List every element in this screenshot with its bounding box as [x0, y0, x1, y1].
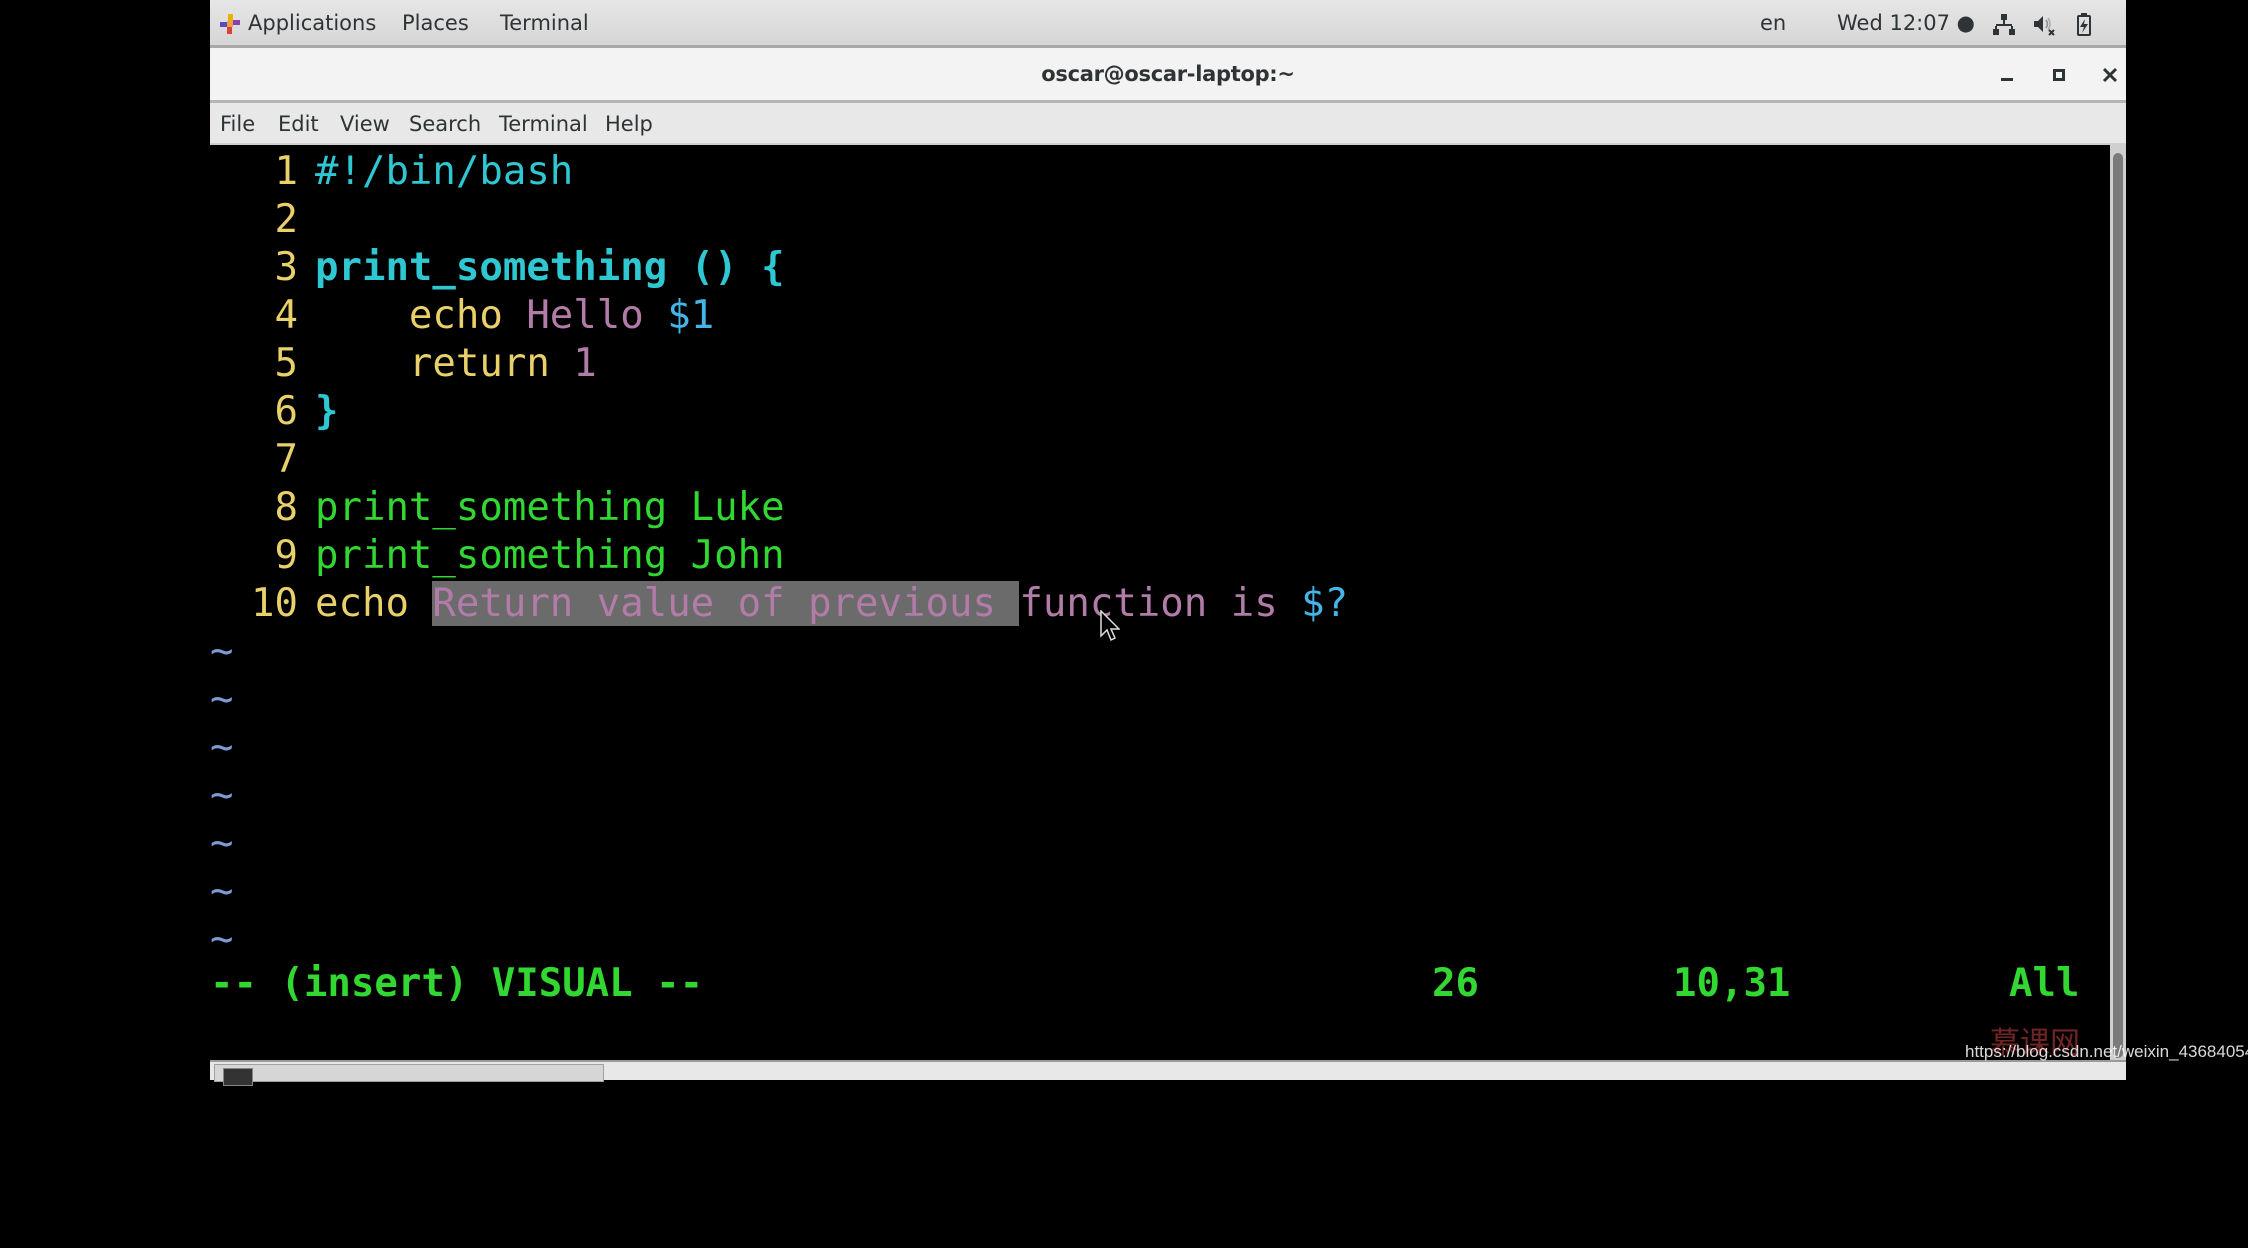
- menu-view[interactable]: View: [340, 112, 390, 136]
- code-token: echo: [315, 293, 527, 338]
- code-token: $?: [1301, 581, 1349, 626]
- terminal-menubar: File Edit View Search Terminal Help: [210, 103, 2126, 145]
- empty-buffer-tilde: ~: [210, 917, 234, 962]
- line-number: 9: [274, 533, 298, 578]
- line-number: 7: [274, 437, 298, 482]
- vim-status-line: -- (insert) VISUAL -- 26 10,31 All: [210, 960, 2110, 1008]
- terminal-icon: [223, 1068, 253, 1086]
- line-number: 1: [274, 149, 298, 194]
- line-number: 5: [274, 341, 298, 386]
- scroll-position: All: [2009, 961, 2080, 1006]
- line-code: print_something John: [315, 533, 785, 578]
- close-icon: [2102, 67, 2118, 83]
- empty-buffer-tilde: ~: [210, 725, 234, 770]
- empty-buffer-tilde: ~: [210, 821, 234, 866]
- code-token: print_something John: [315, 533, 785, 578]
- network-icon[interactable]: [1992, 12, 2016, 36]
- menu-file[interactable]: File: [220, 112, 255, 136]
- line-code: print_something Luke: [315, 485, 785, 530]
- minimize-button[interactable]: [1990, 58, 2024, 92]
- battery-charging-icon[interactable]: [2072, 12, 2096, 36]
- editor-line[interactable]: 2: [210, 196, 315, 244]
- editor-line[interactable]: 3 print_something () {: [210, 244, 785, 292]
- terminal-app-menu[interactable]: Terminal: [500, 11, 589, 35]
- watermark-url: https://blog.csdn.net/weixin_43684054: [1965, 1042, 2248, 1061]
- close-button[interactable]: [2093, 58, 2127, 92]
- scrollbar-thumb[interactable]: [2113, 153, 2123, 1058]
- code-token: Hello: [526, 293, 668, 338]
- editor-line[interactable]: 6}: [210, 388, 339, 436]
- menu-search[interactable]: Search: [409, 112, 481, 136]
- line-number: 4: [274, 293, 298, 338]
- editor-line[interactable]: 5 return 1: [210, 340, 597, 388]
- minimize-icon: [2001, 78, 2013, 81]
- maximize-button[interactable]: [2042, 58, 2076, 92]
- clock[interactable]: Wed 12:07 ●: [1837, 11, 1975, 35]
- line-number: 3: [274, 245, 298, 290]
- line-number: 2: [274, 197, 298, 242]
- window-list-taskbar: [210, 1060, 2126, 1086]
- code-token: print_something Luke: [315, 485, 785, 530]
- taskbar-terminal-window[interactable]: [214, 1064, 604, 1086]
- code-token: echo: [315, 581, 433, 626]
- selection-count: 26: [1432, 961, 1479, 1006]
- line-code: #!/bin/bash: [315, 149, 573, 194]
- empty-buffer-tilde: ~: [210, 869, 234, 914]
- applications-logo-icon: [220, 14, 240, 34]
- menu-help[interactable]: Help: [605, 112, 653, 136]
- desktop-screen: Applications Places Terminal en Wed 12:0…: [210, 0, 2126, 1086]
- code-token: $1: [667, 293, 715, 338]
- editor-line[interactable]: 7: [210, 436, 315, 484]
- terminal-scrollbar[interactable]: [2110, 145, 2126, 1060]
- mouse-pointer-icon: [1100, 610, 1120, 642]
- terminal-vim-buffer[interactable]: -- (insert) VISUAL -- 26 10,31 All 1 #!/b…: [210, 145, 2110, 1060]
- window-title: oscar@oscar-laptop:~: [1041, 62, 1295, 86]
- maximize-icon: [2053, 69, 2065, 81]
- code-token: #!/bin/bash: [315, 149, 574, 194]
- code-token: }: [315, 389, 339, 434]
- line-code: return 1: [315, 341, 597, 386]
- places-menu[interactable]: Places: [402, 11, 469, 35]
- code-token: function is: [1019, 581, 1302, 626]
- volume-muted-icon[interactable]: [2032, 12, 2056, 36]
- empty-buffer-tilde: ~: [210, 773, 234, 818]
- menu-terminal[interactable]: Terminal: [499, 112, 588, 136]
- line-code: }: [315, 389, 338, 434]
- line-code: echo Hello $1: [315, 293, 714, 338]
- editor-line[interactable]: 8 print_something Luke: [210, 484, 785, 532]
- cursor-position: 10,31: [1673, 961, 1791, 1006]
- empty-buffer-tilde: ~: [210, 677, 234, 722]
- gnome-top-bar: Applications Places Terminal en Wed 12:0…: [210, 0, 2126, 48]
- line-number: 8: [274, 485, 298, 530]
- empty-buffer-tilde: ~: [210, 629, 234, 674]
- editor-line[interactable]: 4 echo Hello $1: [210, 292, 715, 340]
- line-number: 10: [251, 581, 298, 626]
- vim-mode-indicator: -- (insert) VISUAL --: [210, 961, 704, 1006]
- code-token: return: [315, 341, 574, 386]
- menu-edit[interactable]: Edit: [278, 112, 319, 136]
- code-token: 1: [573, 341, 597, 386]
- applications-menu[interactable]: Applications: [248, 11, 376, 35]
- editor-line[interactable]: 9 print_something John: [210, 532, 785, 580]
- line-code: print_something () {: [315, 245, 785, 290]
- code-token: print_something () {: [315, 245, 785, 290]
- window-title-bar[interactable]: oscar@oscar-laptop:~: [210, 48, 2126, 103]
- line-number: 6: [274, 389, 298, 434]
- editor-line[interactable]: 10 echo Return value of previous function…: [210, 580, 1348, 628]
- language-indicator[interactable]: en: [1760, 11, 1786, 35]
- line-code: echo Return value of previous function i…: [315, 581, 1348, 626]
- editor-line[interactable]: 1 #!/bin/bash: [210, 148, 574, 196]
- visual-selection: Return value of previous: [432, 581, 1020, 626]
